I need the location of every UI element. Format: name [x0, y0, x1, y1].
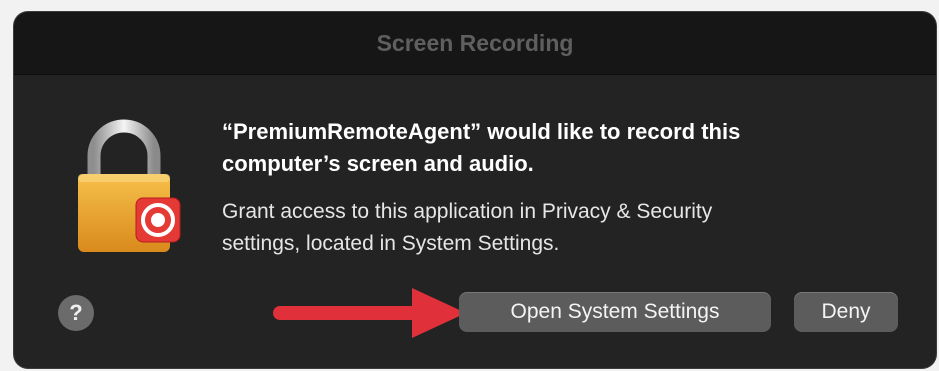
record-badge-icon: [135, 197, 181, 243]
titlebar: Screen Recording: [14, 12, 936, 75]
screen-recording-dialog: Screen Recording “PremiumRemoteAgent” wo…: [14, 12, 936, 368]
dialog-message: Grant access to this application in Priv…: [222, 196, 902, 260]
open-system-settings-button[interactable]: Open System Settings: [459, 292, 771, 332]
dialog-heading: “PremiumRemoteAgent” would like to recor…: [222, 116, 902, 180]
dialog-title: Screen Recording: [376, 30, 574, 56]
message-line-1: Grant access to this application in Priv…: [222, 200, 713, 223]
heading-line-2: computer’s screen and audio.: [222, 151, 534, 176]
help-button[interactable]: ?: [58, 295, 94, 331]
lock-icon: [78, 119, 181, 252]
message-line-2: settings, located in System Settings.: [222, 232, 560, 255]
deny-button[interactable]: Deny: [794, 292, 898, 332]
heading-line-1: “PremiumRemoteAgent” would like to recor…: [222, 119, 741, 144]
red-arrow-icon: [273, 288, 466, 338]
